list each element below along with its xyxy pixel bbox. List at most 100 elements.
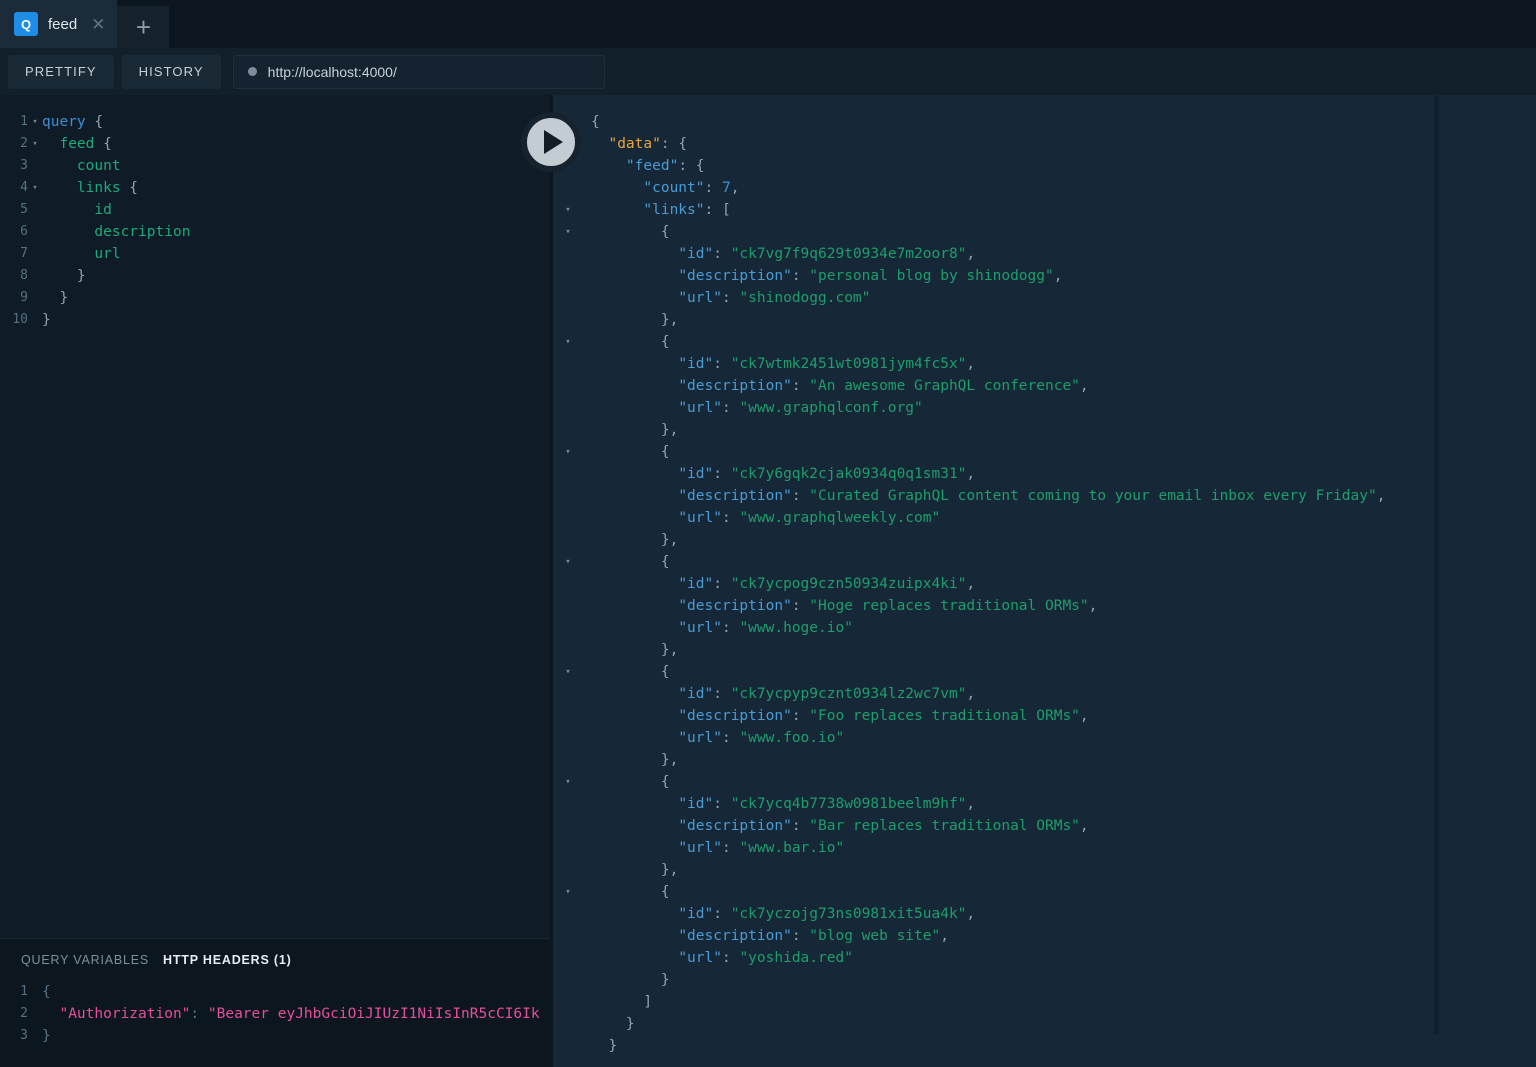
response-scrollbar[interactable] bbox=[1434, 95, 1439, 1035]
response-line: }, bbox=[591, 529, 1536, 551]
code-token: , bbox=[1079, 708, 1089, 724]
response-line: ] bbox=[591, 991, 1536, 1013]
code-token: : bbox=[704, 180, 722, 196]
response-line: ▾ { bbox=[565, 771, 1536, 793]
editor-line[interactable]: 8 } bbox=[0, 265, 550, 287]
response-line-source: { bbox=[591, 331, 1536, 353]
code-token: "description" bbox=[678, 268, 792, 284]
close-icon[interactable]: ✕ bbox=[91, 16, 105, 33]
headers-line[interactable]: 2 "Authorization": "Bearer eyJhbGciOiJIU… bbox=[0, 1003, 550, 1025]
editor-line[interactable]: 6 description bbox=[0, 221, 550, 243]
code-token: "description" bbox=[678, 818, 792, 834]
editor-line[interactable]: 2 ▾ feed { bbox=[0, 133, 550, 155]
code-token: , bbox=[1053, 268, 1063, 284]
fold-arrow-icon[interactable]: ▾ bbox=[28, 111, 42, 133]
response-line-source: { bbox=[591, 441, 1536, 463]
editor-line-source: feed { bbox=[42, 133, 550, 155]
editor-line[interactable]: 5 id bbox=[0, 199, 550, 221]
fold-arrow-icon[interactable]: ▾ bbox=[561, 661, 575, 683]
code-token: "Curated GraphQL content coming to your … bbox=[809, 488, 1377, 504]
code-token: : bbox=[190, 1006, 208, 1022]
code-token: : bbox=[721, 400, 740, 416]
fold-arrow-icon[interactable]: ▾ bbox=[561, 441, 575, 463]
code-token: , bbox=[966, 686, 976, 702]
editor-line[interactable]: 9 } bbox=[0, 287, 550, 309]
response-line: }, bbox=[591, 749, 1536, 771]
tab-query-variables[interactable]: QUERY VARIABLES bbox=[21, 953, 149, 967]
response-line: ▾ { bbox=[565, 661, 1536, 683]
response-line: ▾ { bbox=[565, 441, 1536, 463]
editor-line[interactable]: 3 count bbox=[0, 155, 550, 177]
response-line-source: "feed": { bbox=[591, 155, 1536, 177]
code-token: } bbox=[591, 972, 670, 988]
variables-headers-tabs: QUERY VARIABLES HTTP HEADERS (1) bbox=[0, 939, 550, 967]
fold-arrow-icon[interactable]: ▾ bbox=[561, 221, 575, 243]
response-line: ▾ { bbox=[565, 881, 1536, 903]
response-line: ▾ { bbox=[565, 221, 1536, 243]
headers-line[interactable]: 1{ bbox=[0, 981, 550, 1003]
fold-arrow-icon[interactable]: ▾ bbox=[561, 331, 575, 353]
code-token: : bbox=[791, 818, 810, 834]
new-tab-button[interactable]: + bbox=[117, 6, 170, 48]
line-number: 8 bbox=[20, 268, 28, 283]
play-icon bbox=[544, 130, 563, 154]
response-line-source: }, bbox=[591, 419, 1536, 441]
code-token: "url" bbox=[678, 400, 722, 416]
editor-line[interactable]: 1 ▾ query { bbox=[0, 111, 550, 133]
editor-line-source: id bbox=[42, 199, 550, 221]
endpoint-url-input[interactable]: http://localhost:4000/ bbox=[232, 54, 605, 89]
history-button[interactable]: HISTORY bbox=[121, 54, 221, 89]
response-line: "id": "ck7ycq4b7738w0981beelm9hf", bbox=[591, 793, 1536, 815]
response-line: "description": "Curated GraphQL content … bbox=[591, 485, 1536, 507]
fold-arrow-icon[interactable]: ▾ bbox=[28, 133, 42, 155]
fold-arrow-icon[interactable]: ▾ bbox=[28, 177, 42, 199]
query-editor-pane[interactable]: 1 ▾ query {2 ▾ feed {3 count 4 ▾ links {5 id 6… bbox=[0, 95, 550, 938]
fold-arrow-icon[interactable]: ▾ bbox=[561, 199, 575, 221]
code-token: "id" bbox=[678, 576, 714, 592]
editor-line-source: } bbox=[42, 265, 550, 287]
code-token: "id" bbox=[678, 796, 714, 812]
line-number: 7 bbox=[20, 246, 28, 261]
editor-line[interactable]: 7 url bbox=[0, 243, 550, 265]
query-editor-code[interactable]: 1 ▾ query {2 ▾ feed {3 count 4 ▾ links {5 id 6… bbox=[0, 95, 550, 331]
editor-line[interactable]: 10} bbox=[0, 309, 550, 331]
code-token: : bbox=[713, 576, 731, 592]
response-line: ▾ "data": { bbox=[565, 133, 1536, 155]
line-number: 10 bbox=[12, 312, 28, 327]
code-token: 7 bbox=[721, 180, 731, 196]
response-line: "description": "Hoge replaces traditiona… bbox=[591, 595, 1536, 617]
headers-line[interactable]: 3} bbox=[0, 1025, 550, 1047]
code-token: "url" bbox=[678, 840, 722, 856]
response-line-source: } bbox=[591, 969, 1536, 991]
line-number: 3 bbox=[20, 158, 28, 173]
prettify-button[interactable]: PRETTIFY bbox=[8, 54, 114, 89]
code-token: "id" bbox=[678, 686, 714, 702]
editor-line[interactable]: 4 ▾ links { bbox=[0, 177, 550, 199]
tab-http-headers[interactable]: HTTP HEADERS (1) bbox=[163, 953, 292, 967]
editor-line-source: } bbox=[42, 287, 550, 309]
response-line-source: "url": "www.graphqlweekly.com" bbox=[591, 507, 1536, 529]
code-token: , bbox=[730, 180, 740, 196]
line-number: 9 bbox=[20, 290, 28, 305]
http-headers-editor[interactable]: 1{2 "Authorization": "Bearer eyJhbGciOiJ… bbox=[0, 967, 550, 1047]
response-line-source: "description": "An awesome GraphQL confe… bbox=[591, 375, 1536, 397]
query-tab-feed[interactable]: Q feed ✕ bbox=[0, 0, 118, 48]
execute-query-button[interactable] bbox=[521, 112, 581, 172]
fold-arrow-icon[interactable]: ▾ bbox=[561, 551, 575, 573]
code-token: ] bbox=[591, 994, 653, 1010]
code-token: id bbox=[94, 202, 112, 218]
response-line-source: { bbox=[591, 551, 1536, 573]
response-line-source: { bbox=[591, 111, 1536, 133]
response-line-source: "id": "ck7ycpyp9cznt0934lz2wc7vm", bbox=[591, 683, 1536, 705]
fold-arrow-icon[interactable]: ▾ bbox=[561, 771, 575, 793]
code-token: "id" bbox=[678, 356, 714, 372]
fold-arrow-icon[interactable]: ▾ bbox=[561, 881, 575, 903]
